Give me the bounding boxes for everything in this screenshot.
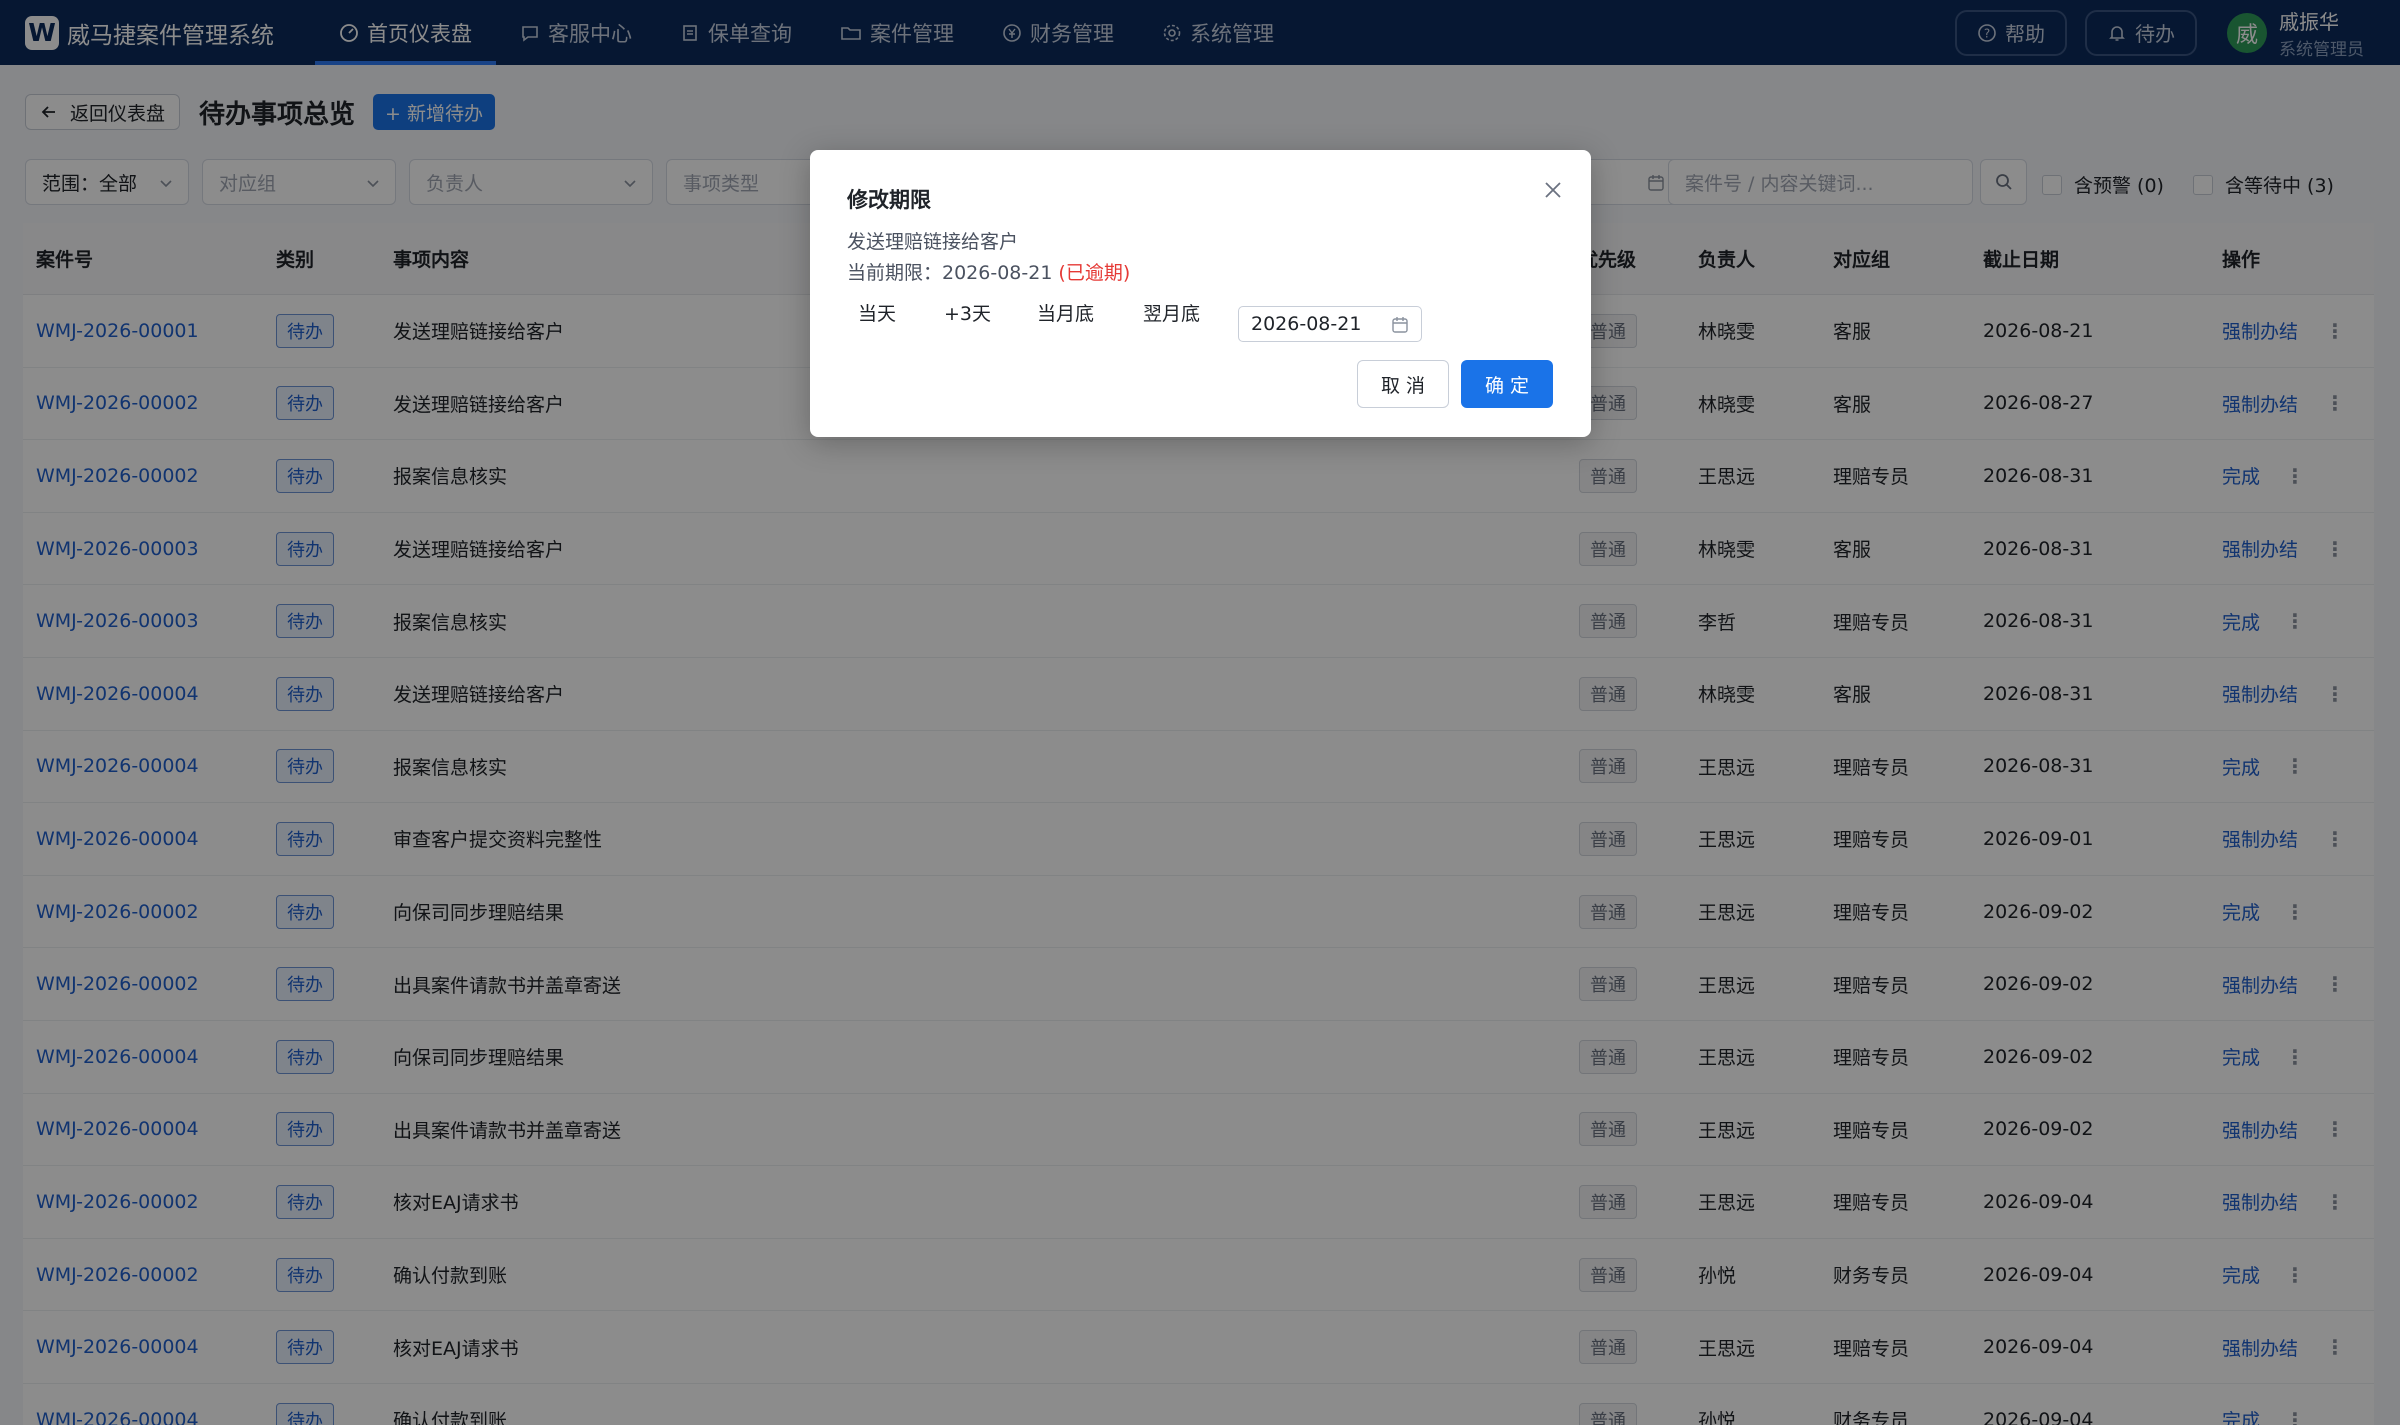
quick-next-month-end-button[interactable]: 翌月底 [1143, 294, 1200, 330]
dialog-item-name: 发送理赔链接给客户 [847, 231, 1019, 253]
date-value: 2026-08-21 [1251, 313, 1362, 335]
calendar-icon [1392, 317, 1408, 333]
deadline-date-input[interactable]: 2026-08-21 [1238, 306, 1422, 342]
edit-deadline-dialog: 修改期限 发送理赔链接给客户 当前期限：2026-08-21 (已逾期) 当天 … [810, 150, 1591, 437]
quick-plus3-button[interactable]: +3天 [944, 294, 991, 330]
current-deadline-text: 当前期限：2026-08-21 [847, 262, 1053, 284]
confirm-button[interactable]: 确 定 [1461, 360, 1553, 408]
quick-month-end-button[interactable]: 当月底 [1037, 294, 1094, 330]
close-icon[interactable] [1543, 180, 1563, 200]
dialog-title: 修改期限 [847, 188, 931, 212]
dialog-current-deadline: 当前期限：2026-08-21 (已逾期) [847, 258, 1130, 285]
cancel-button[interactable]: 取 消 [1357, 360, 1449, 408]
overdue-badge: (已逾期) [1058, 262, 1131, 284]
quick-today-button[interactable]: 当天 [858, 294, 896, 330]
